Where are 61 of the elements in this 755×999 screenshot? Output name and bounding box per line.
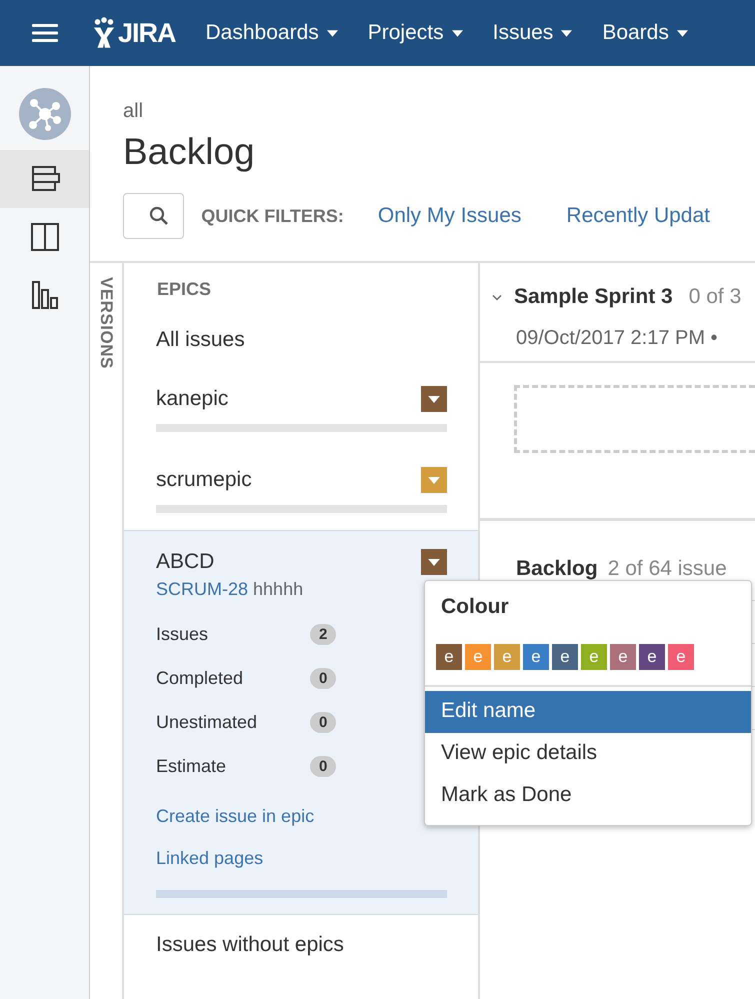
quick-filter-link[interactable]: Recently Updat bbox=[566, 204, 710, 228]
count-badge: 0 bbox=[310, 712, 336, 732]
breadcrumb[interactable]: all bbox=[123, 100, 755, 123]
nav-menu[interactable]: Issues bbox=[492, 21, 572, 45]
quick-filters-label: QUICK FILTERS: bbox=[201, 206, 344, 226]
count-badge: 2 bbox=[310, 624, 336, 644]
menu-item[interactable]: Edit name bbox=[425, 691, 751, 733]
colour-swatch[interactable]: e bbox=[523, 644, 549, 670]
sprint-name: Sample Sprint 3 bbox=[514, 285, 673, 309]
colour-swatch[interactable]: e bbox=[436, 644, 462, 670]
caret-icon bbox=[326, 30, 338, 36]
issues-without-epics-item[interactable]: Issues without epics bbox=[124, 915, 478, 957]
epic-link[interactable]: Linked pages bbox=[156, 848, 447, 872]
issue-key-link[interactable]: SCRUM-28 bbox=[156, 579, 248, 599]
colour-swatch[interactable]: e bbox=[639, 644, 665, 670]
stat-label: Estimate bbox=[156, 756, 228, 776]
caret-icon bbox=[561, 30, 572, 36]
board-icon bbox=[30, 222, 60, 252]
all-issues-item[interactable]: All issues bbox=[124, 300, 478, 368]
count-badge: 0 bbox=[310, 668, 336, 688]
backlog-icon bbox=[30, 164, 60, 194]
logo-text[interactable]: JIRA bbox=[118, 18, 176, 48]
stat-label: Issues bbox=[156, 624, 210, 644]
colour-swatch[interactable]: e bbox=[668, 644, 694, 670]
stat-label: Completed bbox=[156, 668, 244, 688]
nav-menu[interactable]: Projects bbox=[368, 21, 463, 45]
stat-label: Unestimated bbox=[156, 712, 258, 732]
epics-heading: EPICS bbox=[156, 278, 212, 300]
issue-summary: hhhhh bbox=[253, 579, 304, 599]
epic-dropdown-button[interactable] bbox=[421, 386, 447, 412]
epic-dropdown-button[interactable] bbox=[421, 549, 447, 575]
sprint-issue-count: 0 of 3 bbox=[688, 285, 742, 309]
colour-swatch[interactable]: e bbox=[610, 644, 636, 670]
menu-icon[interactable] bbox=[32, 23, 58, 43]
caret-icon bbox=[428, 476, 440, 484]
sidebar-item[interactable] bbox=[0, 150, 89, 208]
project-avatar-icon bbox=[18, 88, 70, 140]
caret-icon bbox=[452, 30, 463, 36]
caret-icon bbox=[428, 558, 440, 566]
colour-swatch[interactable]: e bbox=[552, 644, 578, 670]
epic-name[interactable]: kanepic bbox=[156, 387, 228, 411]
backlog-title: Backlog bbox=[516, 557, 598, 580]
caret-icon bbox=[428, 396, 440, 402]
menu-item[interactable]: Mark as Done bbox=[425, 775, 751, 817]
menu-heading: Colour bbox=[440, 594, 510, 619]
epic-name[interactable]: ABCD bbox=[156, 550, 214, 574]
logo-icon bbox=[92, 17, 116, 49]
count-badge: 0 bbox=[310, 756, 336, 776]
caret-icon bbox=[676, 30, 688, 36]
quick-filter-link[interactable]: Only My Issues bbox=[378, 204, 522, 228]
search-icon bbox=[149, 206, 170, 226]
chevron-down-icon[interactable] bbox=[492, 294, 502, 300]
nav-menu[interactable]: Dashboards bbox=[206, 21, 338, 45]
epic-name[interactable]: scrumepic bbox=[156, 468, 252, 492]
nav-menu[interactable]: Boards bbox=[602, 21, 688, 45]
sprint-dates: 09/Oct/2017 2:17 PM • bbox=[516, 327, 719, 350]
menu-item[interactable]: View epic details bbox=[425, 733, 751, 775]
reports-icon bbox=[30, 280, 60, 310]
page-title: Backlog bbox=[123, 131, 256, 173]
search-field[interactable] bbox=[123, 193, 184, 239]
backlog-issue-count: 2 of 64 issue bbox=[608, 557, 727, 580]
